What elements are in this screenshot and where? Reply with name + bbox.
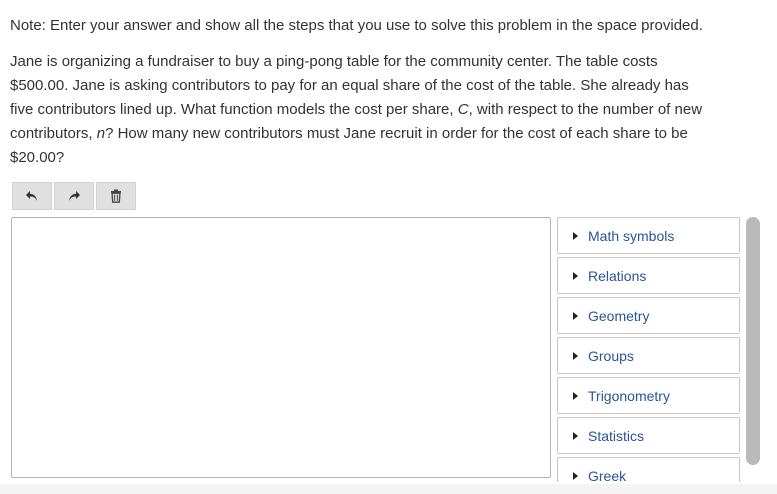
problem-line-5: $20.00? — [10, 149, 65, 166]
problem-line-4: contributors, n? How many new contributo… — [10, 122, 765, 146]
palette-item-label: Groups — [588, 347, 634, 364]
problem-line-3: five contributors lined up. What functio… — [10, 98, 765, 122]
problem-line-3-text: five contributors lined up. What functio… — [10, 101, 454, 118]
palette-relations[interactable]: Relations — [557, 257, 740, 294]
expand-triangle-icon — [573, 311, 578, 320]
palette-greek[interactable]: Greek — [557, 457, 740, 482]
palette-groups[interactable]: Groups — [557, 337, 740, 374]
variable-n: n — [96, 125, 106, 142]
instructions-note: Note: Enter your answer and show all the… — [10, 17, 703, 34]
expand-triangle-icon — [573, 471, 578, 480]
problem-statement: Jane is organizing a fundraiser to buy a… — [10, 50, 765, 170]
expand-triangle-icon — [573, 231, 578, 240]
palette-item-label: Greek — [588, 467, 627, 483]
palette-item-label: Geometry — [588, 307, 650, 324]
palette-math-symbols[interactable]: Math symbols — [557, 217, 740, 254]
undo-icon — [25, 190, 39, 202]
redo-icon — [67, 190, 81, 202]
expand-triangle-icon — [573, 351, 578, 360]
expand-triangle-icon — [573, 271, 578, 280]
palette-item-label: Math symbols — [588, 227, 675, 244]
answer-editor[interactable] — [11, 217, 551, 478]
problem-line-2: $500.00. Jane is asking contributors to … — [10, 77, 689, 94]
palette-geometry[interactable]: Geometry — [557, 297, 740, 334]
problem-line-1: Jane is organizing a fundraiser to buy a… — [10, 53, 658, 70]
palette-statistics[interactable]: Statistics — [557, 417, 740, 454]
symbol-palette: Math symbols Relations Geometry Groups T… — [557, 217, 740, 482]
expand-triangle-icon — [573, 431, 578, 440]
palette-scrollbar[interactable] — [746, 217, 760, 465]
editor-toolbar — [12, 182, 136, 210]
palette-item-label: Statistics — [588, 427, 645, 444]
palette-trigonometry[interactable]: Trigonometry — [557, 377, 740, 414]
redo-button[interactable] — [54, 182, 94, 210]
problem-line-4-text: contributors, — [10, 125, 93, 142]
palette-item-label: Trigonometry — [588, 387, 670, 404]
trash-icon — [110, 189, 122, 203]
undo-button[interactable] — [12, 182, 52, 210]
expand-triangle-icon — [573, 391, 578, 400]
problem-line-3-tail: , with respect to the number of new — [468, 101, 703, 118]
delete-button[interactable] — [96, 182, 136, 210]
palette-item-label: Relations — [588, 267, 647, 284]
page-bottom-strip — [0, 484, 777, 494]
variable-c: C — [457, 101, 469, 118]
problem-line-4-tail: ? How many new contributors must Jane re… — [105, 125, 688, 142]
